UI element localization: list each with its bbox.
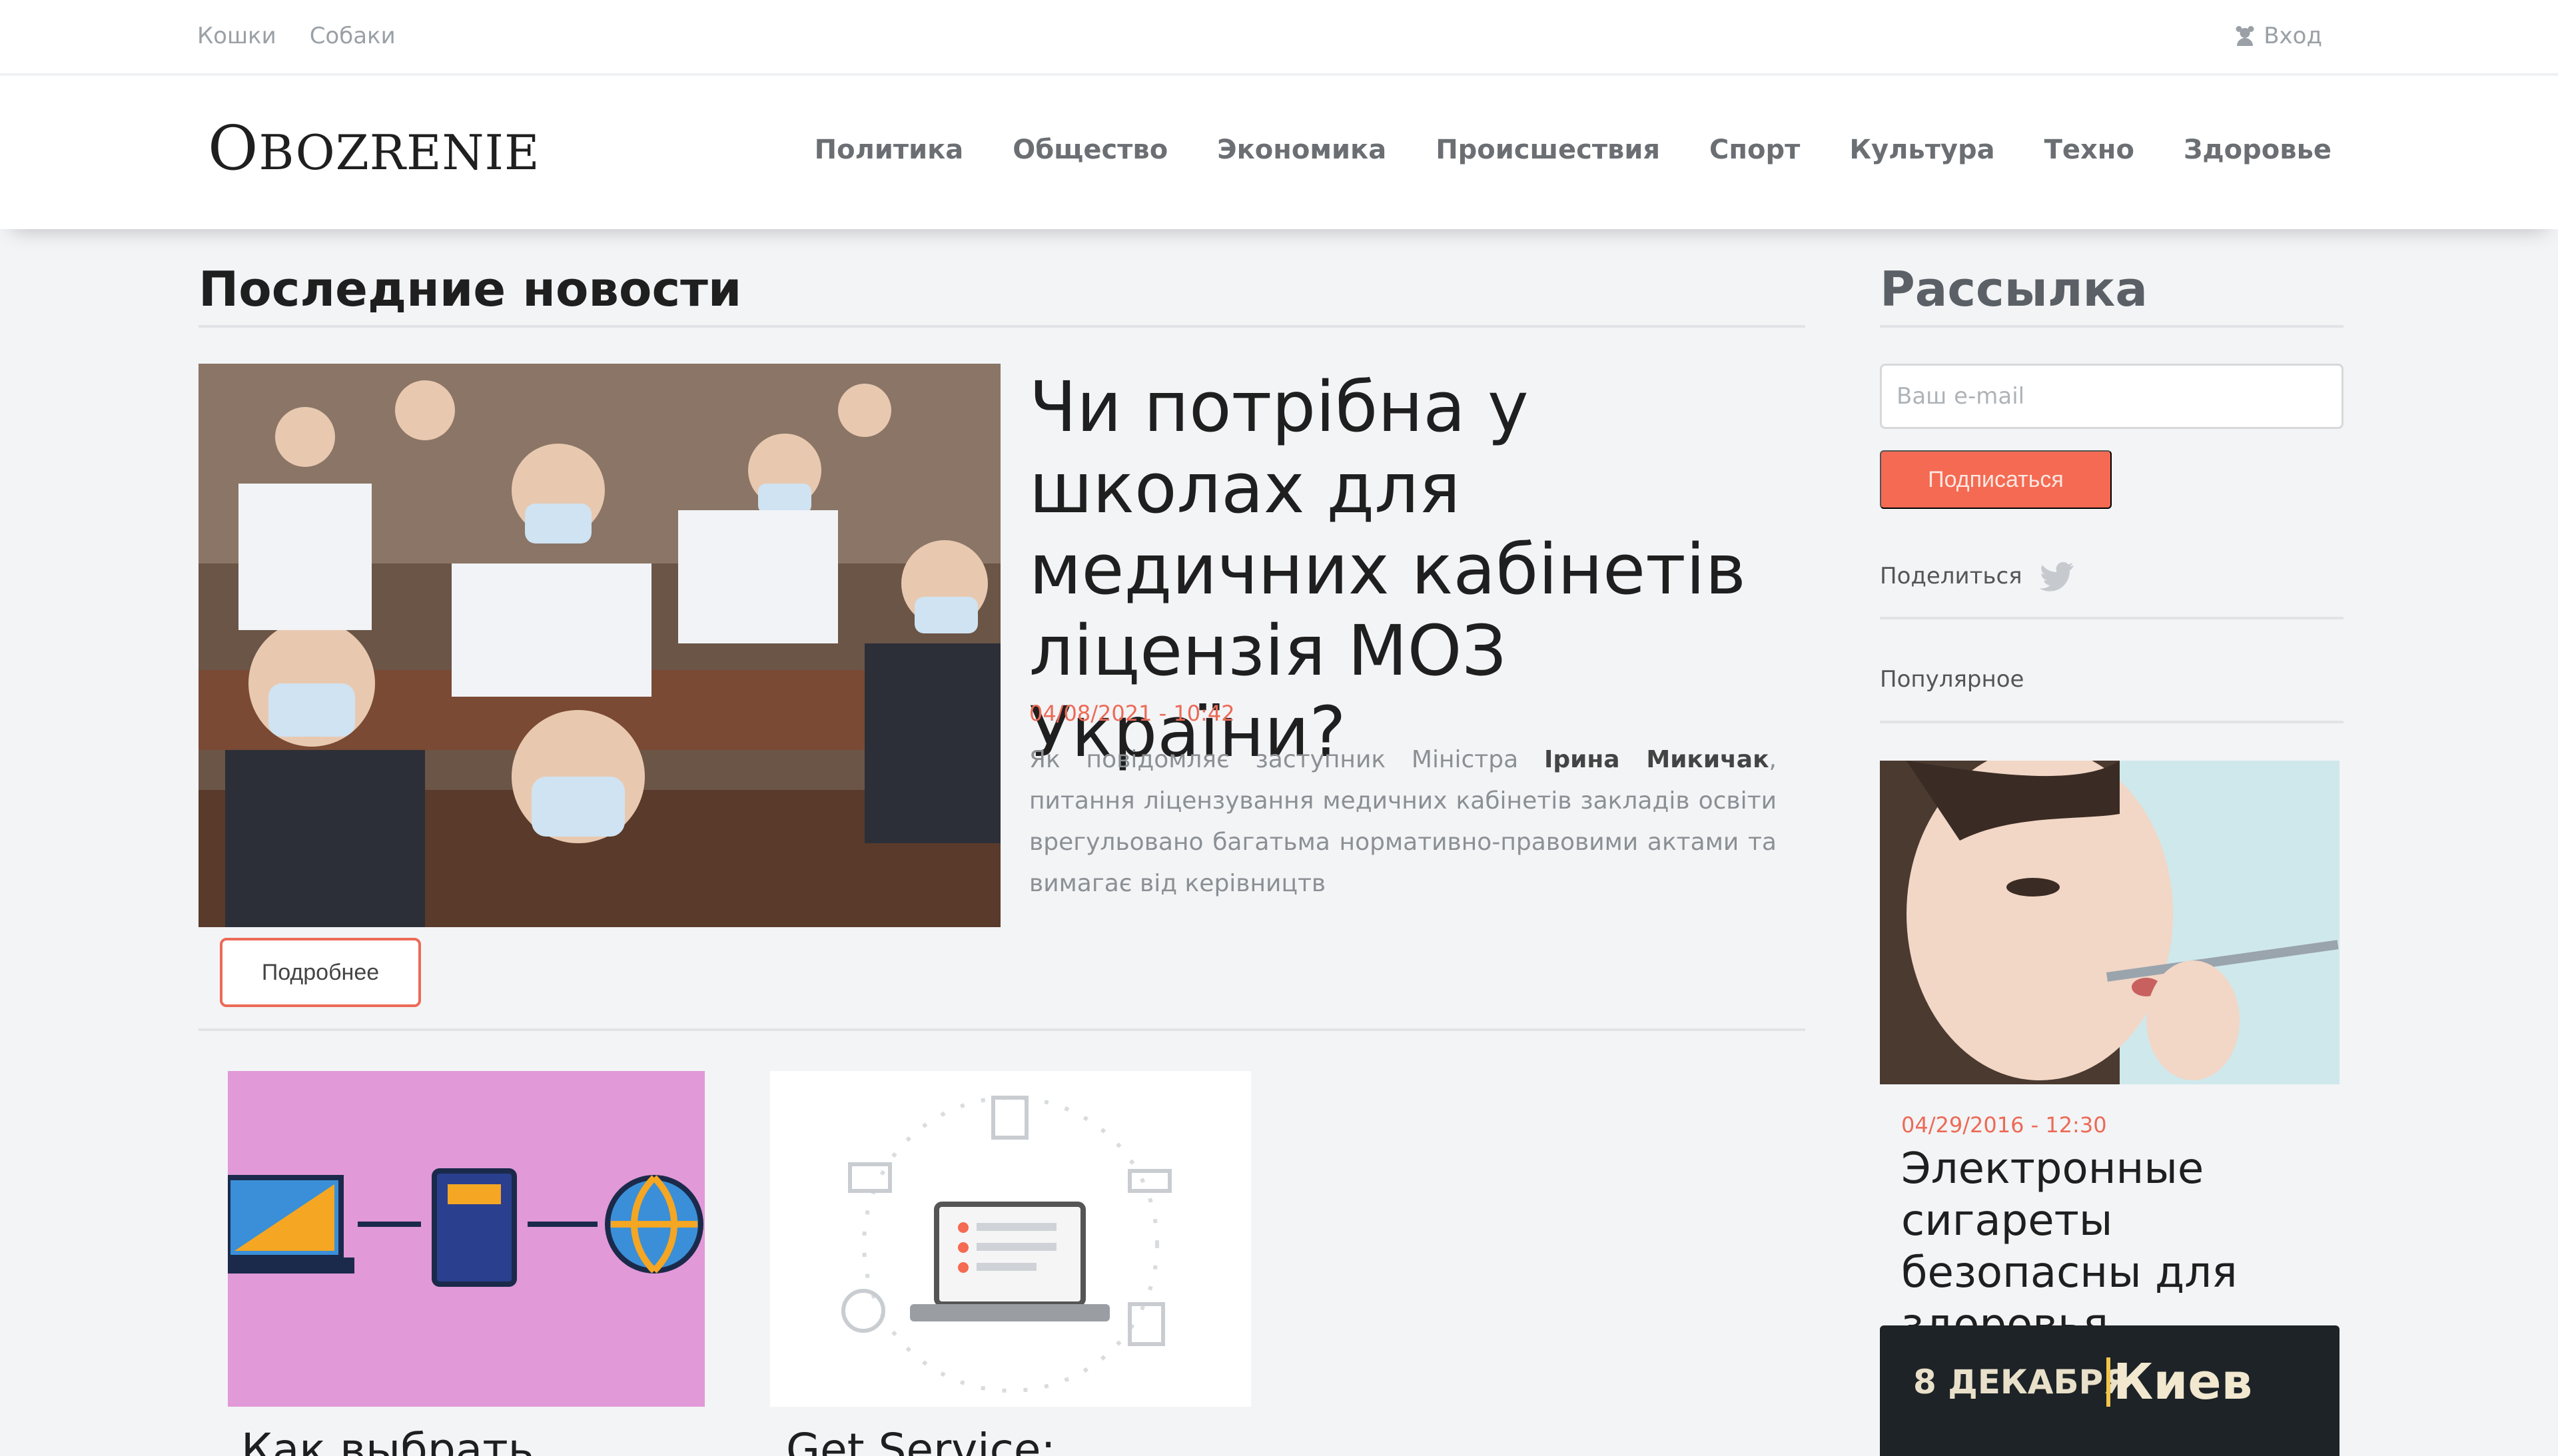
site-header: OBOZRENIE Политика Общество Экономика Пр… — [0, 76, 2558, 229]
section-divider — [199, 325, 1805, 328]
banner-date: 8 ДЕКАБРЯ — [1913, 1363, 2129, 1401]
subscribe-button[interactable]: Подписаться — [1880, 450, 2112, 509]
banner-accent-bar — [2106, 1357, 2110, 1407]
classroom-photo — [199, 364, 1001, 927]
service-illustration — [770, 1071, 1251, 1407]
banner-city: Киев — [2113, 1353, 2253, 1411]
nav-item-tech[interactable]: Техно — [2044, 135, 2134, 165]
email-field[interactable]: Ваш e-mail — [1880, 364, 2344, 429]
share-divider — [1880, 617, 2344, 619]
popular-item-title[interactable]: Электронные сигареты безопасны для здоро… — [1901, 1143, 2341, 1351]
card-image-network[interactable] — [228, 1071, 705, 1407]
excerpt-author: Ірина Микичак — [1543, 746, 1769, 773]
nav-item-culture[interactable]: Культура — [1849, 135, 1994, 165]
popular-item-image[interactable] — [1880, 761, 2340, 1084]
login-label: Вход — [2264, 23, 2322, 49]
newsletter-divider — [1880, 325, 2344, 328]
card-title-network[interactable]: Как выбрать — [241, 1424, 534, 1456]
nav-item-economy[interactable]: Экономика — [1217, 135, 1386, 165]
user-icon — [2236, 26, 2254, 46]
card-title-service[interactable]: Get Service: — [786, 1424, 1056, 1456]
feature-date: 04/08/2021 - 10:42 — [1029, 701, 1235, 726]
nav-item-society[interactable]: Общество — [1013, 135, 1168, 165]
logo-initial: O — [208, 113, 259, 184]
nav-item-politics[interactable]: Политика — [815, 135, 964, 165]
top-link-dogs[interactable]: Собаки — [310, 23, 396, 49]
section-title: Последние новости — [199, 261, 742, 317]
popular-divider — [1880, 721, 2344, 723]
feature-divider — [199, 1028, 1805, 1031]
nav-item-health[interactable]: Здоровье — [2184, 135, 2332, 165]
popular-item-date: 04/29/2016 - 12:30 — [1901, 1112, 2107, 1138]
newsletter-title: Рассылка — [1880, 261, 2148, 317]
woman-ecig-photo — [1880, 761, 2340, 1084]
share-label: Поделиться — [1880, 563, 2022, 589]
twitter-icon[interactable] — [2036, 555, 2077, 597]
network-illustration — [228, 1071, 705, 1407]
card-image-service[interactable] — [770, 1071, 1251, 1407]
read-more-button[interactable]: Подробнее — [220, 938, 421, 1007]
nav-item-sport[interactable]: Спорт — [1709, 135, 1800, 165]
top-links: Кошки Собаки — [197, 23, 396, 49]
nav-item-incidents[interactable]: Происшествия — [1436, 135, 1660, 165]
share-row: Поделиться — [1880, 555, 2077, 597]
logo-text: BOZRENIE — [258, 125, 540, 181]
site-logo[interactable]: OBOZRENIE — [208, 113, 540, 184]
top-link-cats[interactable]: Кошки — [197, 23, 276, 49]
login-link[interactable]: Вход — [2233, 23, 2322, 49]
excerpt-start: Як повідомляє заступник Міністра — [1029, 746, 1544, 773]
event-banner[interactable]: 8 ДЕКАБРЯ Киев — [1880, 1325, 2340, 1456]
top-bar: Кошки Собаки Вход — [0, 0, 2558, 75]
main-nav: Политика Общество Экономика Происшествия… — [815, 135, 2332, 165]
popular-label: Популярное — [1880, 666, 2024, 693]
feature-image[interactable] — [199, 364, 1001, 927]
feature-excerpt: Як повідомляє заступник Міністра Ірина М… — [1029, 739, 1777, 905]
